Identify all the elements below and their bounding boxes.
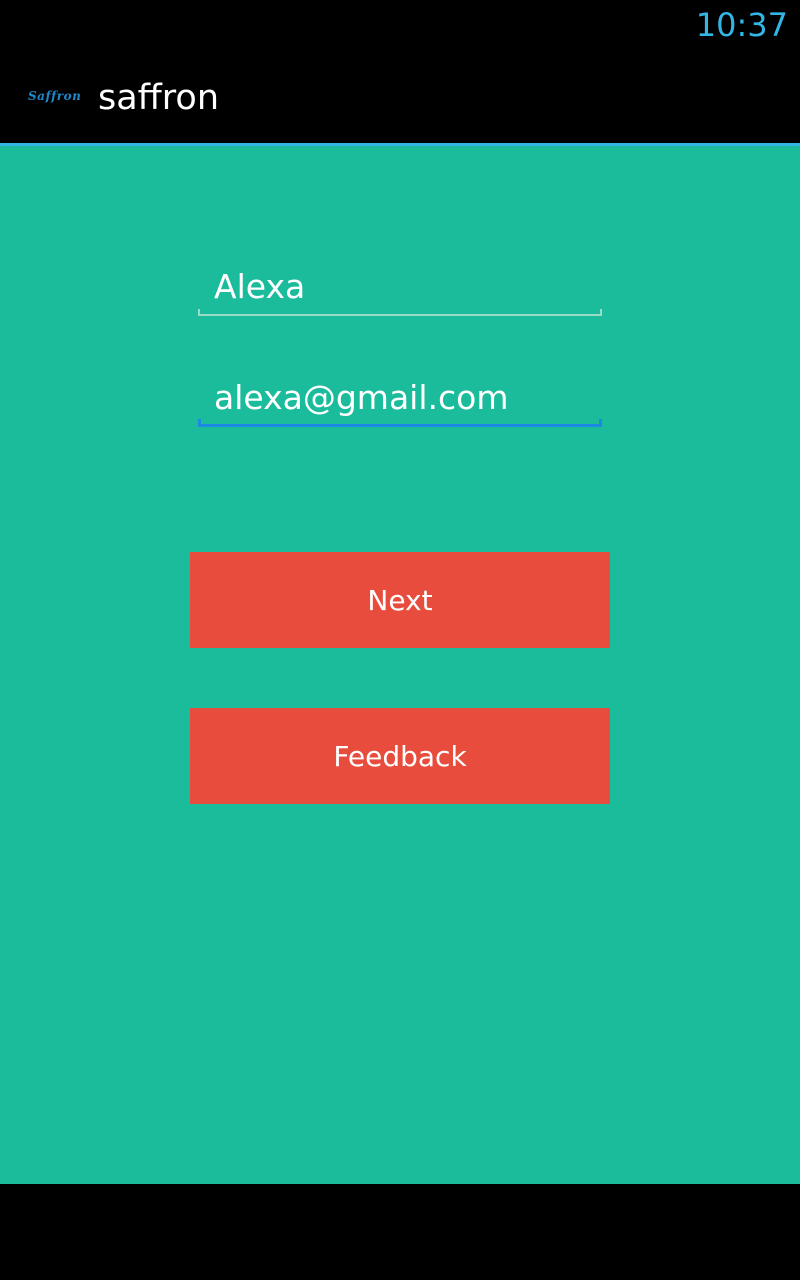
email-field[interactable] [198, 371, 602, 427]
name-field[interactable] [198, 260, 602, 316]
main-content: Next Feedback [0, 146, 800, 1184]
email-field-underline [198, 419, 602, 427]
email-input[interactable] [198, 371, 602, 423]
name-input[interactable] [198, 260, 602, 312]
status-bar: 10:37 [0, 0, 800, 50]
app-logo: Saffron [28, 89, 82, 103]
feedback-button[interactable]: Feedback [190, 708, 610, 804]
action-bar: Saffron saffron [0, 50, 800, 143]
name-field-underline [198, 309, 602, 316]
navigation-bar [0, 1184, 800, 1280]
app-title: saffron [98, 78, 220, 118]
next-button[interactable]: Next [190, 552, 610, 648]
status-time: 10:37 [695, 6, 788, 44]
